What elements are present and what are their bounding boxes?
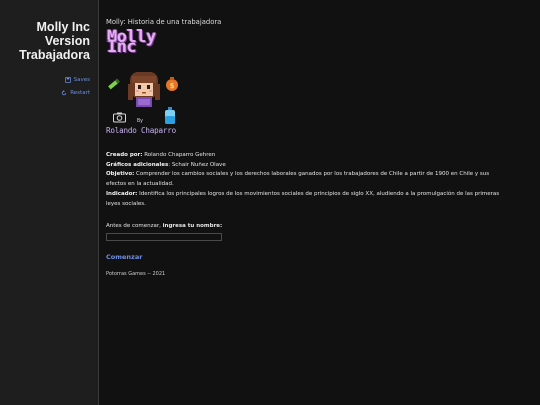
camera-icon (113, 112, 126, 123)
money-bag-icon: $ (166, 76, 178, 91)
credit-value: Rolando Chaparro Gehren (142, 151, 216, 158)
name-prompt: Antes de comenzar, ingresa tu nombre: (106, 222, 501, 232)
footer-credit: Potorras Games -- 2021 (106, 271, 166, 278)
credit-label: Gráficos adicionales (106, 161, 169, 168)
credit-label: Creado por: (106, 151, 143, 158)
passage-header: Molly: Historia de una trabajadora (106, 18, 222, 26)
credit-value: : Schair Nuñez Olave (168, 161, 226, 168)
credit-label: Indicador: (106, 190, 138, 197)
credit-value: Comprender los cambios sociales y los de… (106, 171, 490, 188)
save-icon (64, 77, 71, 83)
credit-value: Identifica los principales logros de los… (106, 190, 500, 207)
name-input[interactable] (106, 233, 222, 242)
cover-author-art: Rolando Chaparro (106, 125, 176, 135)
restart-icon (62, 90, 67, 96)
passage: Molly: Historia de una trabajadora Molly… (106, 18, 501, 280)
credit-indicator: Indicador: Identifica los principales lo… (106, 190, 501, 210)
name-prompt-prefix: Antes de comenzar, (106, 222, 163, 229)
water-bottle-icon (165, 106, 175, 124)
credit-created-by: Creado por: Rolando Chaparro Gehren (106, 151, 501, 161)
cover-art: Molly Inc $ By Rolando Chaparro (106, 26, 186, 137)
molly-character (128, 71, 160, 107)
story-title: Molly Inc Version Trabajadora (19, 20, 90, 62)
svg-text:$: $ (170, 82, 175, 90)
restart-button[interactable]: Restart (61, 90, 90, 96)
name-prompt-bold: ingresa tu nombre: (162, 222, 223, 229)
pencil-icon (108, 78, 120, 90)
saves-label: Saves (73, 77, 90, 83)
start-link[interactable]: Comenzar (106, 253, 142, 263)
credit-objective: Objetivo: Comprender los cambios sociale… (106, 170, 501, 190)
credit-graphics: Gráficos adicionales: Schair Nuñez Olave (106, 161, 501, 171)
saves-button[interactable]: Saves (64, 77, 90, 83)
sidebar: Molly Inc Version Trabajadora Saves Rest… (0, 0, 99, 405)
restart-label: Restart (70, 90, 90, 96)
credit-label: Objetivo: (106, 171, 135, 178)
cover-title-art: Molly Inc (107, 26, 156, 57)
credits-block: Creado por: Rolando Chaparro Gehren Gráf… (106, 151, 501, 210)
